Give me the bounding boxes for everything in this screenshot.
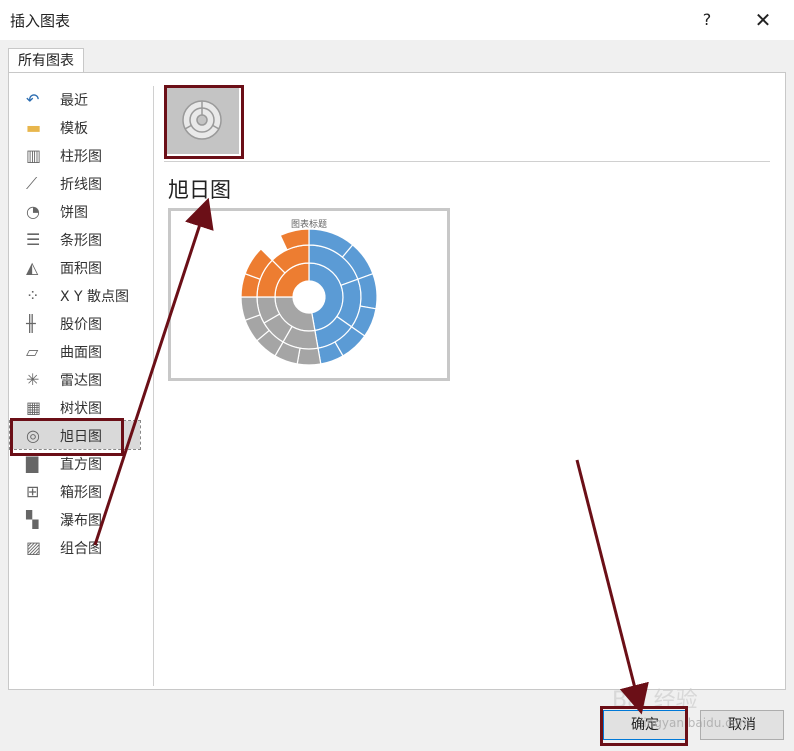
sidebar-item-label: 折线图: [60, 177, 102, 193]
sidebar-item-label: 曲面图: [60, 345, 102, 361]
sidebar-item-11[interactable]: ▦ 树状图: [10, 393, 140, 421]
sidebar-item-label: X Y 散点图: [60, 289, 130, 305]
treemap-chart-icon: ▦: [26, 398, 42, 417]
sidebar-item-3[interactable]: ⟋ 折线图: [10, 169, 140, 197]
scatter-chart-icon: ⁘: [26, 286, 40, 305]
sidebar-item-9[interactable]: ▱ 曲面图: [10, 337, 140, 365]
sidebar-item-8[interactable]: ╫ 股价图: [10, 309, 140, 337]
sidebar-item-10[interactable]: ✳ 雷达图: [10, 365, 140, 393]
sidebar-item-label: 饼图: [60, 205, 88, 221]
tab-all-charts[interactable]: 所有图表: [8, 48, 84, 73]
combo-chart-icon: ▨: [26, 538, 42, 557]
sidebar-item-label: 最近: [60, 93, 88, 109]
sidebar-item-label: 瀑布图: [60, 513, 102, 529]
sunburst-segment: [296, 347, 322, 366]
title-bar: 插入图表 ? ✕: [0, 0, 794, 40]
sidebar-item-label: 雷达图: [60, 373, 102, 389]
sidebar-item-label: 模板: [60, 121, 88, 137]
sidebar-item-label: 面积图: [60, 261, 102, 277]
sidebar-item-0[interactable]: ↶ 最近: [10, 85, 140, 113]
surface-chart-icon: ▱: [26, 342, 39, 361]
chart-type-heading: 旭日图: [168, 178, 231, 202]
sidebar-item-1[interactable]: ▬ 模板: [10, 113, 140, 141]
folder-icon: ▬: [26, 118, 42, 137]
chart-preview: 图表标题: [168, 208, 450, 381]
sidebar-item-14[interactable]: ⊞ 箱形图: [10, 477, 140, 505]
sidebar-item-5[interactable]: ☰ 条形图: [10, 225, 140, 253]
sidebar-item-label: 组合图: [60, 541, 102, 557]
sunburst-preview-graphic: [240, 228, 378, 366]
pie-chart-icon: ◔: [26, 202, 40, 221]
histogram-chart-icon: ▇: [26, 454, 39, 473]
annotation-box-ok: [600, 706, 688, 746]
sidebar-item-6[interactable]: ◭ 面积图: [10, 253, 140, 281]
sidebar-item-label: 柱形图: [60, 149, 102, 165]
bar-chart-icon: ☰: [26, 230, 41, 249]
close-button[interactable]: ✕: [748, 6, 778, 34]
sunburst-segment: [357, 272, 378, 310]
help-button[interactable]: ?: [692, 6, 722, 34]
sidebar-item-label: 箱形图: [60, 485, 102, 501]
sidebar-item-label: 树状图: [60, 401, 102, 417]
horizontal-divider: [164, 161, 770, 162]
stock-chart-icon: ╫: [26, 314, 36, 333]
sidebar-item-4[interactable]: ◔ 饼图: [10, 197, 140, 225]
sidebar-item-label: 条形图: [60, 233, 102, 249]
sidebar-item-label: 股价图: [60, 317, 102, 333]
sidebar-item-15[interactable]: ▚ 瀑布图: [10, 505, 140, 533]
vertical-divider: [153, 86, 154, 686]
dialog-title: 插入图表: [10, 12, 71, 30]
sidebar-item-7[interactable]: ⁘ X Y 散点图: [10, 281, 140, 309]
box-whisker-chart-icon: ⊞: [26, 482, 40, 501]
annotation-box-thumbnail: [164, 85, 244, 159]
annotation-box-sidebar: [10, 418, 124, 456]
radar-chart-icon: ✳: [26, 370, 40, 389]
column-chart-icon: ▥: [26, 146, 42, 165]
waterfall-chart-icon: ▚: [26, 510, 39, 529]
undo-icon: ↶: [26, 90, 40, 109]
sidebar-item-2[interactable]: ▥ 柱形图: [10, 141, 140, 169]
area-chart-icon: ◭: [26, 258, 39, 277]
sidebar-item-label: 直方图: [60, 457, 102, 473]
line-chart-icon: ⟋: [26, 174, 38, 193]
sidebar-item-16[interactable]: ▨ 组合图: [10, 533, 140, 561]
